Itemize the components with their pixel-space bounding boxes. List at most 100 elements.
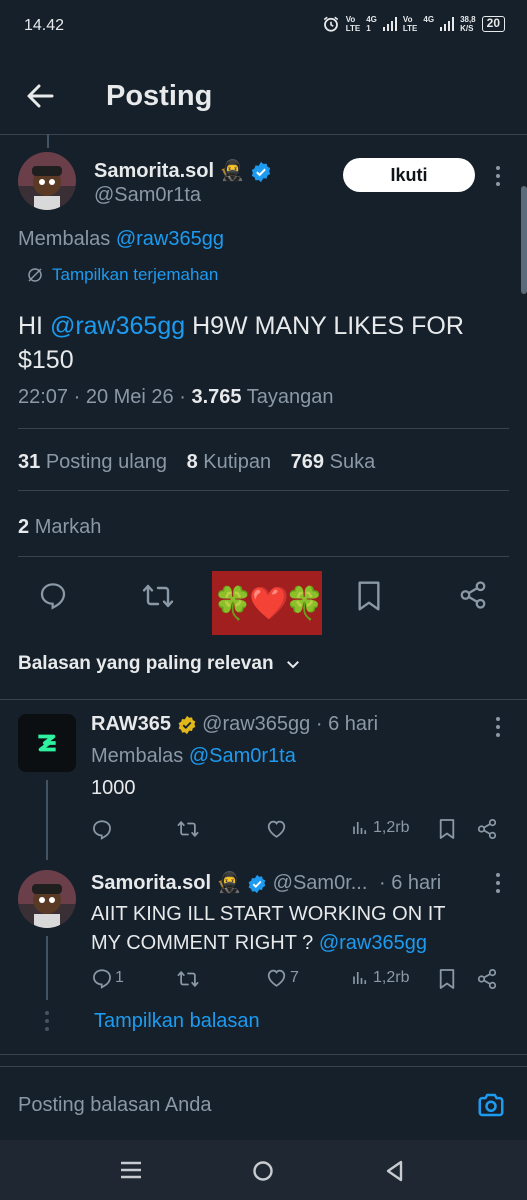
likes-stat[interactable]: 769 Suka — [291, 451, 376, 473]
reply2-bookmark-icon[interactable] — [438, 968, 456, 990]
stats-row: 31 Posting ulang 8 Kutipan 769 Suka — [18, 451, 375, 474]
author-name[interactable]: Samorita.sol — [94, 160, 214, 182]
reply-avatar-raw365[interactable] — [18, 714, 76, 772]
thread-connector-reply2 — [46, 936, 48, 1000]
reply1-bookmark-icon[interactable] — [438, 818, 456, 840]
post-text-rest: H9W MANY LIKES FOR — [192, 312, 464, 340]
post-text-prefix: HI — [18, 312, 43, 340]
reposts-stat[interactable]: 31 Posting ulang — [18, 451, 167, 473]
like-button[interactable]: 🍀❤️🍀 — [212, 571, 325, 635]
chevron-down-icon — [286, 661, 299, 669]
quotes-stat[interactable]: 8 Kutipan — [187, 451, 272, 473]
reply1-text: 1000 — [91, 777, 136, 799]
back-arrow-icon[interactable] — [22, 78, 58, 114]
reply2-avatar[interactable] — [18, 870, 76, 928]
header-divider — [0, 134, 527, 135]
reply1-name[interactable]: RAW365 — [91, 713, 171, 735]
verified-badge-icon — [251, 161, 271, 182]
translate-link[interactable]: Tampilkan terjemahan — [26, 265, 218, 285]
recent-apps-icon[interactable] — [120, 1160, 142, 1180]
status-icons: Vo LTE 4G 1 Vo LTE 4G 38,8 K/S 20 — [322, 15, 505, 33]
meta-divider — [18, 428, 509, 429]
network-label-4: 4G — [423, 15, 435, 24]
bookmarks-divider — [18, 556, 509, 557]
like-button-emoji: 🍀❤️🍀 — [213, 585, 325, 621]
battery-icon: 20 — [481, 16, 505, 32]
system-navigation-bar — [0, 1140, 527, 1200]
reply2-verified-badge-icon — [248, 874, 266, 893]
reply-sort-selector[interactable]: Balasan yang paling relevan — [18, 653, 302, 675]
reply2-reply-action[interactable]: 1 — [91, 967, 124, 989]
post-text-line2: $150 — [18, 346, 74, 374]
translate-label[interactable]: Tampilkan terjemahan — [52, 265, 218, 285]
sort-divider — [0, 699, 527, 700]
reply2-time: · 6 hari — [378, 872, 442, 894]
thread-connector-reply1 — [46, 780, 48, 860]
replying-prefix: Membalas — [18, 228, 111, 250]
reply2-more-icon[interactable] — [493, 872, 503, 894]
follow-button[interactable]: Ikuti — [343, 158, 475, 192]
reply1-reply-icon[interactable] — [91, 818, 113, 840]
bookmark-icon[interactable] — [355, 580, 383, 612]
reply2-reply-icon — [93, 969, 111, 989]
reply1-replying-to: Membalas @Sam0r1ta — [91, 745, 296, 767]
network-label-3: Vo LTE — [402, 15, 418, 33]
reply1-replying-handle[interactable]: @Sam0r1ta — [189, 745, 296, 767]
share-icon[interactable] — [458, 580, 488, 610]
signal-icon — [382, 17, 397, 31]
reply2-views[interactable]: 1,2rb — [351, 969, 409, 987]
bookmarks-stat[interactable]: 2 Markah — [18, 516, 101, 539]
thread-more-dots — [43, 1010, 51, 1032]
reply1-more-icon[interactable] — [493, 716, 503, 738]
status-bar: 14.42 Vo LTE 4G 1 Vo LTE 4G 38,8 K/S 20 — [0, 0, 527, 54]
more-options-icon[interactable] — [493, 165, 503, 187]
author-avatar[interactable] — [18, 152, 76, 210]
reply1-views[interactable]: 1,2rb — [351, 819, 409, 837]
alarm-icon — [323, 16, 338, 32]
repost-icon[interactable] — [142, 580, 174, 612]
reply1-repost-icon[interactable] — [176, 818, 200, 840]
scrollbar[interactable] — [521, 186, 527, 294]
reply2-views-icon — [353, 972, 367, 984]
reply-sort-label[interactable]: Balasan yang paling relevan — [18, 653, 274, 675]
reply1-time: · 6 hari — [315, 713, 379, 735]
reply2-like-action[interactable]: 7 — [265, 967, 299, 989]
reply1-like-icon[interactable] — [265, 818, 288, 840]
gold-verified-badge-icon — [178, 715, 195, 734]
reply2-share-icon[interactable] — [476, 968, 498, 990]
reply-composer-input[interactable]: Posting balasan Anda — [18, 1094, 212, 1117]
reply2-repost-icon[interactable] — [176, 968, 200, 990]
reply2-like-icon — [267, 969, 286, 987]
views-label: Tayangan — [246, 386, 334, 408]
reply-icon[interactable] — [38, 580, 68, 610]
raw365-logo-icon — [38, 734, 56, 752]
reply2-header: Samorita.sol 🥷 @Sam0r... · 6 hari — [91, 870, 441, 895]
reply1-share-icon[interactable] — [476, 818, 498, 840]
reply2-name[interactable]: Samorita.sol — [91, 872, 211, 894]
network-label-1: Vo LTE — [345, 15, 361, 33]
home-icon[interactable] — [252, 1160, 274, 1182]
reply2-handle[interactable]: @Sam0r... — [273, 872, 368, 894]
reply2-text: AIIT KING ILL START WORKING ON IT MY COM… — [91, 903, 446, 954]
reply2-mention[interactable]: @raw365gg — [319, 932, 427, 954]
back-nav-icon[interactable] — [384, 1159, 404, 1183]
status-time: 14.42 — [24, 17, 65, 34]
thread-bottom-divider — [0, 1054, 527, 1055]
post-text-mention[interactable]: @raw365gg — [50, 312, 185, 340]
page-title: Posting — [106, 80, 213, 112]
post-time: 22:07 — [18, 386, 69, 408]
author-name-row[interactable]: Samorita.sol 🥷 — [94, 158, 272, 183]
top-app-bar: Posting — [0, 54, 527, 134]
show-replies-link[interactable]: Tampilkan balasan — [94, 1010, 260, 1033]
post-text: HI @raw365gg H9W MANY LIKES FOR $150 — [18, 309, 508, 377]
author-emoji: 🥷 — [219, 160, 245, 182]
composer-divider — [0, 1066, 527, 1067]
author-handle[interactable]: @Sam0r1ta — [94, 184, 201, 207]
camera-icon[interactable] — [476, 1090, 506, 1120]
reply1-handle[interactable]: @raw365gg — [202, 713, 310, 735]
translate-icon — [28, 268, 42, 282]
replying-to-handle[interactable]: @raw365gg — [116, 228, 224, 250]
signal-icon-2 — [440, 17, 455, 31]
network-label-2: 4G 1 — [366, 15, 377, 33]
network-speed: 38,8 K/S — [460, 15, 476, 33]
